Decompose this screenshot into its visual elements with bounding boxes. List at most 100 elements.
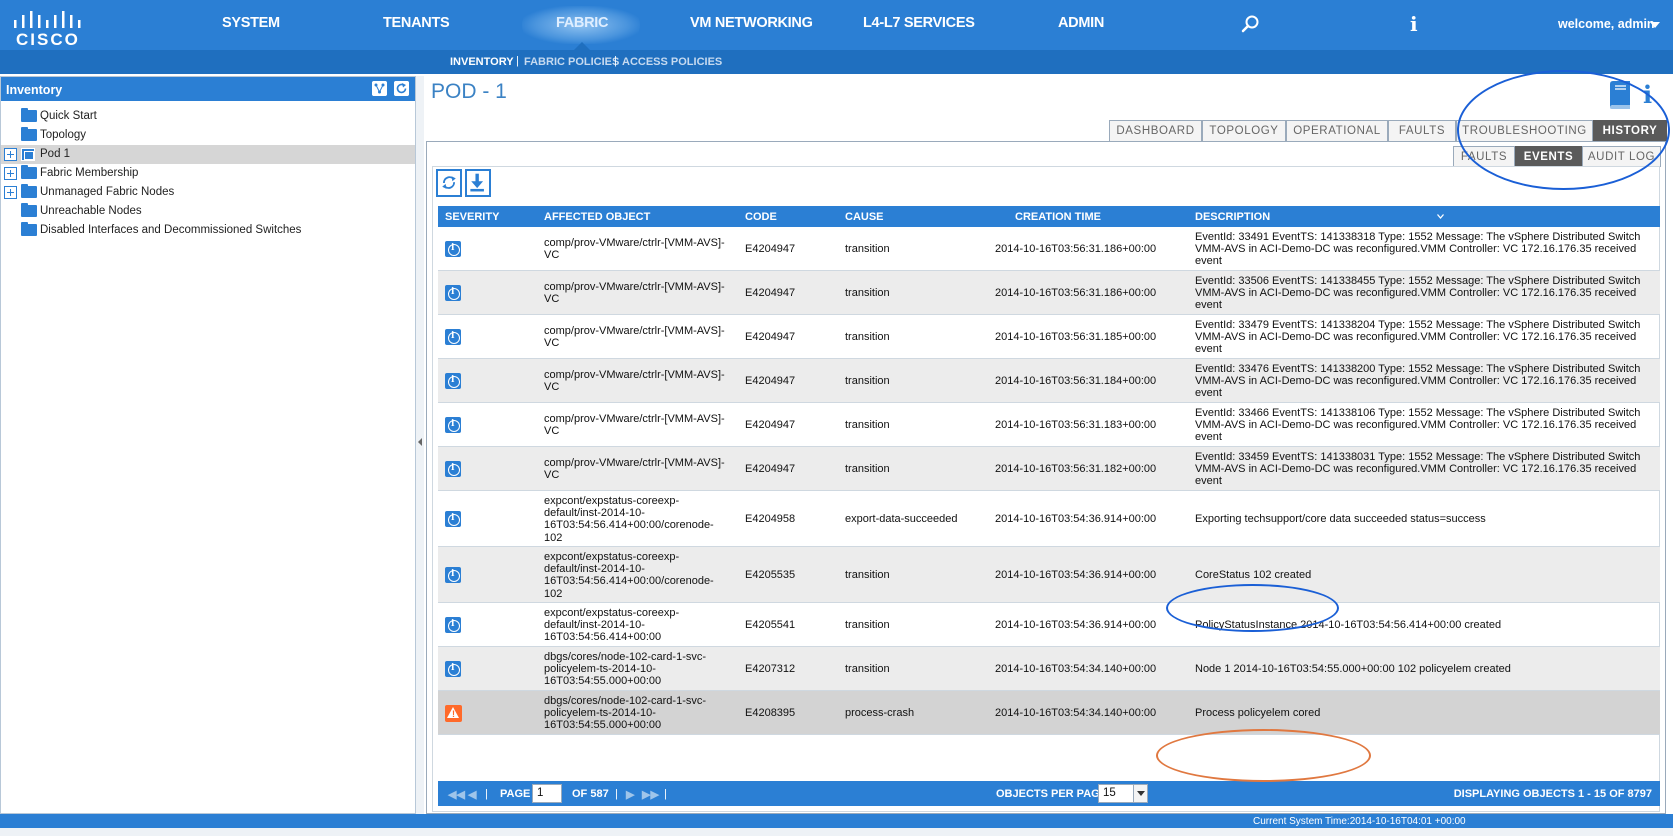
cell-description: EventId: 33476 EventTS: 141338200 Type: … <box>1195 363 1641 400</box>
cell-cause: export-data-succeeded <box>845 513 958 525</box>
table-row[interactable]: dbgs/cores/node-102-card-1-svc- policyel… <box>438 647 1660 691</box>
table-row[interactable]: expcont/expstatus-coreexp- default/inst-… <box>438 491 1660 547</box>
cell-description: CoreStatus 102 created <box>1195 569 1312 581</box>
events-table-header: SEVERITY AFFECTED OBJECT CODE CAUSE CREA… <box>438 206 1660 227</box>
column-header-code[interactable]: CODE <box>745 211 777 223</box>
cell-creation-time: 2014-10-16T03:56:31.184+00:00 <box>995 375 1157 387</box>
page-number-input[interactable]: 1 <box>532 784 562 803</box>
chevron-down-icon[interactable] <box>1650 22 1660 28</box>
cell-cause: transition <box>845 663 890 675</box>
sidebar-item[interactable]: Pod 1 <box>1 145 415 164</box>
sidebar-item[interactable]: Unreachable Nodes <box>1 202 415 221</box>
cell-creation-time: 2014-10-16T03:56:31.186+00:00 <box>995 243 1157 255</box>
folder-icon <box>21 165 37 179</box>
collapse-arrow-icon[interactable] <box>418 438 422 446</box>
subtab-faults[interactable]: FAULTS <box>1453 146 1515 167</box>
inventory-sidebar: Inventory Quick Start Topology Pod 1 Fabric… <box>0 76 416 814</box>
info-icon[interactable]: i <box>1410 12 1418 36</box>
nav-system[interactable]: SYSTEM <box>222 15 280 31</box>
table-row[interactable]: comp/prov-VMware/ctrlr-[VMM-AVS]- VC E420… <box>438 403 1660 447</box>
sidebar-item[interactable]: Unmanaged Fabric Nodes <box>1 183 415 202</box>
sidebar-item[interactable]: Disabled Interfaces and Decommissioned S… <box>1 221 415 240</box>
nav-vm-networking[interactable]: VM NETWORKING <box>690 15 813 31</box>
table-row[interactable]: comp/prov-VMware/ctrlr-[VMM-AVS]- VC E420… <box>438 271 1660 315</box>
objects-per-page-value: 15 <box>1103 787 1116 799</box>
warning-icon <box>445 705 462 722</box>
tab-troubleshooting[interactable]: TROUBLESHOOTING <box>1456 120 1593 141</box>
cell-code: E4204947 <box>745 331 796 343</box>
last-page-icon[interactable]: ▶▶ <box>642 788 659 801</box>
sidebar-item[interactable]: Quick Start <box>1 107 415 126</box>
cell-code: E4205541 <box>745 619 796 631</box>
info-severity-icon <box>445 285 461 301</box>
table-row[interactable]: comp/prov-VMware/ctrlr-[VMM-AVS]- VC E420… <box>438 447 1660 491</box>
info-severity-icon <box>445 567 461 583</box>
expand-icon[interactable] <box>4 148 17 161</box>
column-header-affected-object[interactable]: AFFECTED OBJECT <box>544 211 650 223</box>
column-header-severity[interactable]: SEVERITY <box>445 211 499 223</box>
table-row[interactable]: comp/prov-VMware/ctrlr-[VMM-AVS]- VC E420… <box>438 359 1660 403</box>
sidebar-header: Inventory <box>1 77 415 101</box>
cell-cause: transition <box>845 569 890 581</box>
table-row[interactable]: expcont/expstatus-coreexp- default/inst-… <box>438 603 1660 647</box>
subnav-fabric-policies[interactable]: FABRIC POLICIES <box>524 56 619 68</box>
sidebar-item[interactable]: Fabric Membership <box>1 164 415 183</box>
info-severity-icon <box>445 617 461 633</box>
tab-dashboard[interactable]: DASHBOARD <box>1109 120 1202 141</box>
tab-topology[interactable]: TOPOLOGY <box>1202 120 1286 141</box>
nav-admin[interactable]: ADMIN <box>1058 15 1104 31</box>
objects-per-page-select[interactable]: 15 <box>1098 784 1148 803</box>
display-count-label: DISPLAYING OBJECTS 1 - 15 OF 8797 <box>1453 788 1652 800</box>
subtab-events[interactable]: EVENTS <box>1515 146 1582 167</box>
nav-l4-l7-services[interactable]: L4-L7 SERVICES <box>863 15 975 31</box>
subnav-access-policies[interactable]: ACCESS POLICIES <box>622 56 722 68</box>
sub-nav-bar: INVENTORY | FABRIC POLICIES | ACCESS POL… <box>0 50 1673 74</box>
nav-tenants[interactable]: TENANTS <box>383 15 450 31</box>
table-row[interactable]: comp/prov-VMware/ctrlr-[VMM-AVS]- VC E420… <box>438 315 1660 359</box>
cell-description: EventId: 33459 EventTS: 141338031 Type: … <box>1195 451 1641 488</box>
column-header-creation-time[interactable]: CREATION TIME <box>1015 211 1101 223</box>
folder-icon <box>21 127 37 141</box>
previous-page-icon[interactable]: ◀ <box>468 788 476 801</box>
cell-description: EventId: 33479 EventTS: 141338204 Type: … <box>1195 319 1641 356</box>
info-severity-icon <box>445 241 461 257</box>
info-icon[interactable]: i <box>1643 80 1652 109</box>
expand-icon[interactable] <box>4 167 17 180</box>
refresh-icon[interactable] <box>394 81 409 96</box>
pagination-separator: | <box>485 788 488 800</box>
cell-creation-time: 2014-10-16T03:56:31.186+00:00 <box>995 287 1157 299</box>
download-button[interactable] <box>465 169 491 197</box>
panel-splitter[interactable] <box>416 76 424 814</box>
first-page-icon[interactable]: ◀◀ <box>448 788 465 801</box>
sidebar-item[interactable]: Topology <box>1 126 415 145</box>
cell-affected-object: comp/prov-VMware/ctrlr-[VMM-AVS]- VC <box>544 413 725 438</box>
table-row[interactable]: expcont/expstatus-coreexp- default/inst-… <box>438 547 1660 603</box>
table-row[interactable]: dbgs/cores/node-102-card-1-svc- policyel… <box>438 691 1660 735</box>
chevron-down-icon[interactable] <box>1133 785 1147 802</box>
cell-creation-time: 2014-10-16T03:56:31.183+00:00 <box>995 419 1157 431</box>
sort-descending-icon[interactable] <box>1437 214 1444 219</box>
info-severity-icon <box>445 511 461 527</box>
cell-code: E4207312 <box>745 663 796 675</box>
book-icon[interactable] <box>1606 80 1632 110</box>
tab-history[interactable]: HISTORY <box>1593 120 1667 141</box>
cell-code: E4205535 <box>745 569 796 581</box>
next-page-icon[interactable]: ▶ <box>626 788 634 801</box>
cell-affected-object: dbgs/cores/node-102-card-1-svc- policyel… <box>544 651 707 688</box>
user-menu[interactable]: welcome, admin <box>1558 17 1655 31</box>
tab-faults[interactable]: FAULTS <box>1388 120 1456 141</box>
sidebar-item-label: Topology <box>40 129 87 141</box>
nav-fabric[interactable]: FABRIC <box>556 15 608 31</box>
refresh-button[interactable] <box>436 169 462 197</box>
table-row[interactable]: comp/prov-VMware/ctrlr-[VMM-AVS]- VC E420… <box>438 227 1660 271</box>
subnav-inventory[interactable]: INVENTORY <box>450 56 514 68</box>
column-header-description[interactable]: DESCRIPTION <box>1195 211 1270 223</box>
cell-affected-object: comp/prov-VMware/ctrlr-[VMM-AVS]- VC <box>544 281 725 306</box>
tab-operational[interactable]: OPERATIONAL <box>1286 120 1388 141</box>
info-severity-icon <box>445 661 461 677</box>
expand-icon[interactable] <box>4 186 17 199</box>
column-header-cause[interactable]: CAUSE <box>845 211 884 223</box>
tree-view-icon[interactable] <box>372 81 387 96</box>
subtab-audit-log[interactable]: AUDIT LOG <box>1582 146 1661 167</box>
search-icon[interactable] <box>1240 14 1260 34</box>
